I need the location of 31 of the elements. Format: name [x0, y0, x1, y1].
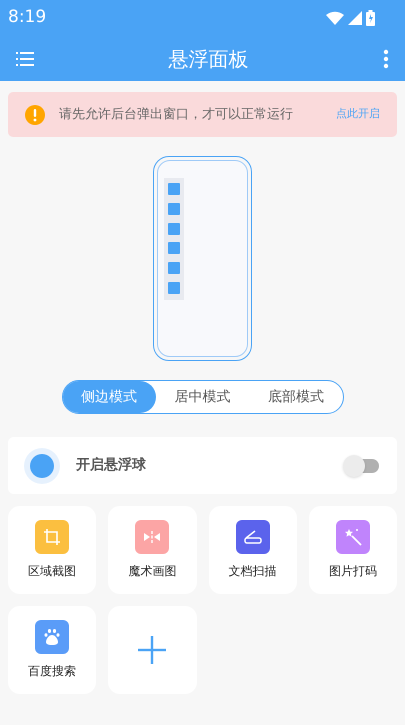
crop-icon: [43, 528, 62, 546]
tool-tile[interactable]: 区域截图: [8, 506, 96, 594]
battery-icon: [366, 10, 375, 26]
notice-text: 请先允许后台弹出窗口，才可以正常运行: [59, 106, 293, 124]
magic-wand-icon: [342, 527, 363, 547]
tool-tile[interactable]: 魔术画图: [108, 506, 196, 594]
mode-tab[interactable]: 居中模式: [156, 381, 250, 413]
tool-label: 区域截图: [28, 563, 76, 580]
more-icon: [383, 48, 389, 68]
tool-label: 百度搜索: [28, 663, 76, 680]
status-time: 8:19: [8, 6, 46, 30]
tool-tile[interactable]: 图片打码: [308, 506, 397, 594]
tool-label: 文档扫描: [228, 563, 277, 580]
scanner-icon: [242, 529, 263, 545]
paw-icon: [43, 628, 62, 646]
warning-icon: [25, 104, 45, 124]
tool-label: 魔术画图: [128, 563, 176, 580]
menu-button[interactable]: [14, 50, 36, 68]
float-ball-label: 开启悬浮球: [76, 456, 146, 475]
signal-icon: [348, 11, 362, 25]
float-ball-switch[interactable]: [343, 454, 379, 476]
tool-tile[interactable]: 文档扫描: [208, 506, 297, 594]
menu-icon: [16, 52, 34, 66]
plus-icon: [138, 636, 166, 664]
add-tool-button[interactable]: [108, 606, 196, 694]
mirror-icon: [143, 531, 162, 543]
tool-tile[interactable]: 百度搜索: [8, 606, 96, 694]
wifi-icon: [326, 11, 344, 25]
tool-label: 图片打码: [328, 563, 377, 580]
mode-tab[interactable]: 底部模式: [249, 381, 342, 413]
app-title: 悬浮面板: [168, 46, 248, 72]
